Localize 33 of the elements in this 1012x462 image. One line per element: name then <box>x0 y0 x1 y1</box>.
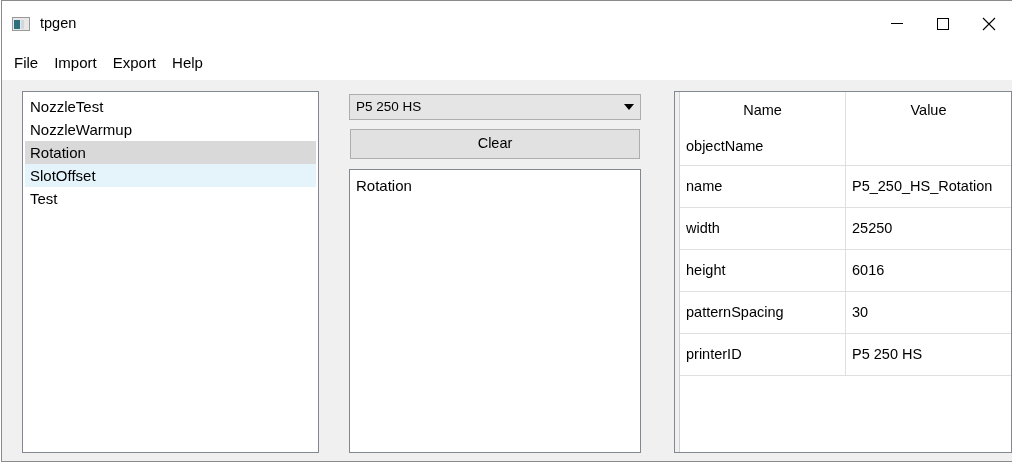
minimize-icon <box>891 23 903 24</box>
selected-list[interactable]: Rotation <box>349 169 641 453</box>
column-header[interactable]: Value <box>846 92 1011 128</box>
printer-dropdown[interactable]: P5 250 HS <box>349 94 641 120</box>
clear-button[interactable]: Clear <box>350 129 640 159</box>
table-cell: height <box>680 250 846 291</box>
menu-item[interactable]: Export <box>104 51 165 75</box>
table-cell: patternSpacing <box>680 292 846 333</box>
table-cell: name <box>680 166 846 207</box>
menu-item[interactable]: Import <box>46 51 105 75</box>
list-item[interactable]: NozzleWarmup <box>25 118 316 141</box>
list-item[interactable]: Rotation <box>356 175 634 198</box>
list-item[interactable]: Rotation <box>25 141 316 164</box>
table-cell-text: 30 <box>851 302 870 322</box>
template-list[interactable]: NozzleTest NozzleWarmup Rotation SlotOffset Test <box>22 91 319 453</box>
app-icon <box>12 16 30 31</box>
window-title: tpgen <box>40 13 77 33</box>
table-cell: width <box>680 208 846 249</box>
table-cell-text: 25250 <box>851 218 894 238</box>
table-cell-text: 6016 <box>851 260 886 280</box>
list-item[interactable]: SlotOffset <box>25 164 316 187</box>
close-icon <box>982 16 996 31</box>
list-item[interactable]: NozzleTest <box>25 95 316 118</box>
list-item[interactable]: Test <box>25 187 316 210</box>
column-header[interactable]: Name <box>680 92 846 128</box>
dropdown-arrow-icon <box>624 104 634 110</box>
table-cell-text: P5_250_HS_Rotation <box>851 176 994 196</box>
table-cell: printerID <box>680 334 846 375</box>
menu-item[interactable]: Help <box>164 51 211 75</box>
maximize-icon <box>937 17 949 30</box>
menu-item[interactable]: File <box>6 51 47 75</box>
table-cell-text: P5 250 HS <box>851 344 924 364</box>
table-cell: objectName <box>680 128 846 165</box>
